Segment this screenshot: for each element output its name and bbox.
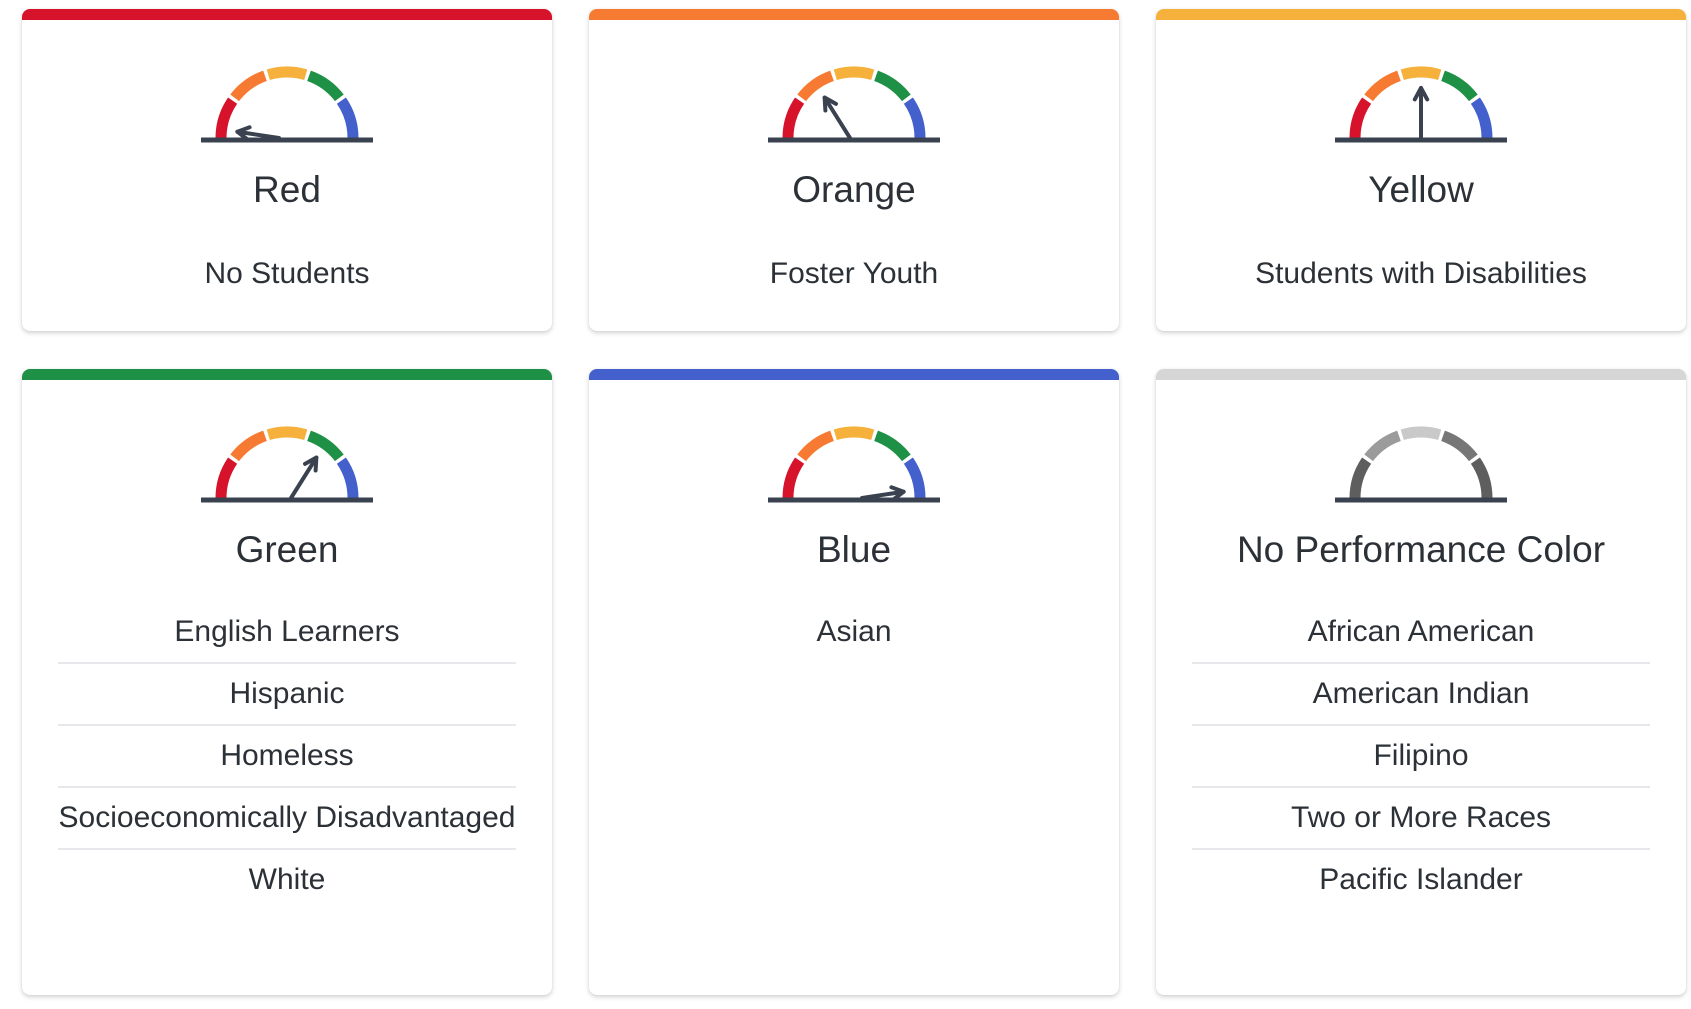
card-blue: Blue Asian xyxy=(589,369,1119,995)
card-top-bar xyxy=(1156,9,1686,20)
gauge-segment xyxy=(903,457,926,499)
gauge-segment xyxy=(266,66,308,81)
student-group-list: English Learners Hispanic Homeless Socio… xyxy=(58,602,516,910)
gauge-segment xyxy=(230,430,268,462)
student-group-item: Two or More Races xyxy=(1192,788,1650,850)
student-group-item: Hispanic xyxy=(58,664,516,726)
student-group-item: Foster Youth xyxy=(769,257,939,290)
gauge-segment xyxy=(1440,70,1478,102)
student-group-list: Foster Youth xyxy=(625,244,1083,304)
card-top-bar xyxy=(589,369,1119,380)
student-group-item: American Indian xyxy=(1192,664,1650,726)
gauge-segment xyxy=(873,70,911,102)
gauge-needle xyxy=(289,455,319,500)
gauge-segment xyxy=(833,66,875,81)
gauge-segment xyxy=(1470,457,1493,499)
gauge-segment xyxy=(797,430,835,462)
performance-level-label: Blue xyxy=(816,529,892,570)
gauge-segment xyxy=(306,430,344,462)
card-red: Red No Students xyxy=(22,9,552,331)
card-green: Green English Learners Hispanic Homeless… xyxy=(22,369,552,995)
gauge-segment xyxy=(782,97,805,139)
gauge-segment xyxy=(903,97,926,139)
student-group-list: African American American Indian Filipin… xyxy=(1192,602,1650,910)
card-yellow: Yellow Students with Disabilities xyxy=(1156,9,1686,331)
gauge-segment xyxy=(215,457,238,499)
gauge-segment xyxy=(1364,70,1402,102)
performance-cards-grid: Red No Students Orange Foster Youth Yell… xyxy=(22,9,1686,995)
student-group-item: Pacific Islander xyxy=(1319,863,1523,896)
gauge-icon xyxy=(1335,66,1507,143)
gauge-segment xyxy=(266,426,308,441)
card-top-bar xyxy=(22,369,552,380)
gauge-segment xyxy=(1364,430,1402,462)
gauge-segment xyxy=(1440,430,1478,462)
gauge-segment xyxy=(873,430,911,462)
gauge-segment xyxy=(336,457,359,499)
student-group-list: No Students xyxy=(58,244,516,304)
gauge-segment xyxy=(1470,97,1493,139)
performance-level-label: Orange xyxy=(792,169,916,210)
student-group-item: Filipino xyxy=(1192,726,1650,788)
card-top-bar xyxy=(22,9,552,20)
student-group-item: White xyxy=(248,863,326,896)
gauge-segment xyxy=(1349,457,1372,499)
student-group-list: Students with Disabilities xyxy=(1192,244,1650,304)
gauge-icon xyxy=(1335,426,1507,503)
gauge-icon xyxy=(768,426,940,503)
gauge-segment xyxy=(306,70,344,102)
gauge-segment xyxy=(1400,426,1442,441)
student-group-item: Asian xyxy=(816,615,892,648)
gauge-segment xyxy=(336,97,359,139)
gauge-icon xyxy=(201,426,373,503)
gauge-needle xyxy=(1412,86,1430,140)
card-top-bar xyxy=(589,9,1119,20)
gauge-icon xyxy=(768,66,940,143)
gauge-segment xyxy=(230,70,268,102)
performance-level-label: Red xyxy=(253,169,321,210)
student-group-list: Asian xyxy=(625,602,1083,662)
gauge-segment xyxy=(1400,66,1442,81)
performance-level-label: Green xyxy=(235,529,339,570)
card-orange: Orange Foster Youth xyxy=(589,9,1119,331)
card-top-bar xyxy=(1156,369,1686,380)
student-group-item: Socioeconomically Disadvantaged xyxy=(58,788,516,850)
performance-level-label: No Performance Color xyxy=(1236,529,1606,570)
gauge-segment xyxy=(833,426,875,441)
student-group-item: Homeless xyxy=(58,726,516,788)
student-group-item: African American xyxy=(1192,602,1650,664)
card-no-performance-color: No Performance Color African American Am… xyxy=(1156,369,1686,995)
student-group-item: Students with Disabilities xyxy=(1255,257,1587,290)
gauge-segment xyxy=(797,70,835,102)
gauge-icon xyxy=(201,66,373,143)
student-group-item: No Students xyxy=(204,257,370,290)
gauge-segment xyxy=(1349,97,1372,139)
student-group-item: English Learners xyxy=(58,602,516,664)
performance-level-label: Yellow xyxy=(1368,169,1474,210)
gauge-needle xyxy=(822,95,852,140)
gauge-segment xyxy=(215,97,238,139)
gauge-segment xyxy=(782,457,805,499)
